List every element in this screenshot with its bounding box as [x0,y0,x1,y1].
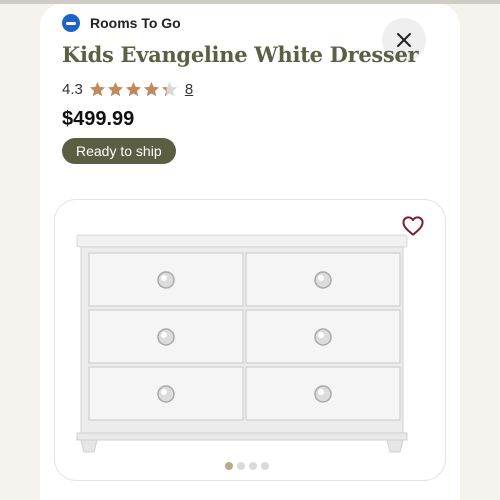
brand-logo [62,14,80,32]
star-rating [89,81,179,98]
star-icon [125,81,141,97]
star-icon [89,81,105,97]
review-count-link[interactable]: 8 [185,81,193,98]
dresser-image [76,234,408,453]
carousel-dots [225,462,273,470]
carousel-dot[interactable] [249,462,257,470]
price: $499.99 [62,108,135,130]
carousel-dot[interactable] [261,462,269,470]
product-title: Kids Evangeline White Dresser [62,42,419,67]
star-icon [107,81,123,97]
rating-row: 4.3 8 [62,81,193,98]
carousel-dot[interactable] [225,462,233,470]
product-image-card[interactable] [54,199,446,481]
brand-header: Rooms To Go [62,14,181,32]
product-sheet: Rooms To Go Kids Evangeline White Dresse… [40,4,460,500]
carousel-dot[interactable] [237,462,245,470]
star-icon [143,81,159,97]
availability-badge: Ready to ship [62,138,176,164]
brand-name: Rooms To Go [90,15,181,31]
star-icon [161,81,177,97]
rating-value: 4.3 [62,81,83,98]
